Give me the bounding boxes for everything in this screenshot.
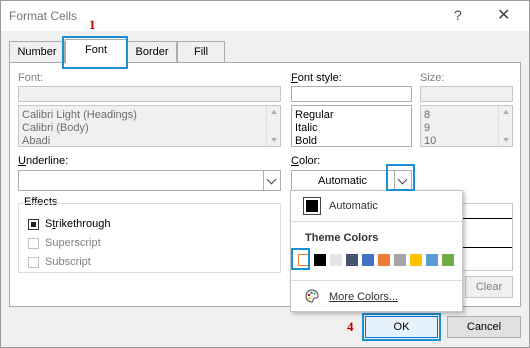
font-style-item[interactable]: Italic (295, 122, 318, 134)
effects-group: Strikethrough Superscript Subscript (18, 203, 281, 273)
clear-button[interactable]: Clear (465, 276, 513, 298)
underline-label: Underline: (18, 155, 69, 167)
swatch-2[interactable] (314, 254, 326, 266)
size-list-scrollbar[interactable] (498, 106, 512, 146)
white-swatch-highlight (291, 248, 310, 270)
swatch-10[interactable] (442, 254, 454, 266)
tab-number[interactable]: Number (9, 41, 65, 63)
swatch-5[interactable] (362, 254, 374, 266)
size-list-item[interactable]: 10 (424, 135, 436, 147)
palette-icon (305, 289, 319, 303)
scroll-up-icon[interactable] (503, 110, 509, 114)
underline-dropdown-button[interactable] (263, 171, 280, 190)
swatch-4[interactable] (346, 254, 358, 266)
ok-button-highlight (362, 313, 441, 341)
size-input[interactable] (420, 86, 513, 102)
swatch-7[interactable] (394, 254, 406, 266)
size-list-item[interactable]: 9 (424, 122, 430, 134)
preview-group (462, 203, 513, 271)
underline-dropdown[interactable] (18, 170, 281, 191)
color-picker-popup: Automatic Theme Colors More Colors... (290, 190, 463, 312)
superscript-label[interactable]: Superscript (45, 237, 101, 249)
swatch-6[interactable] (378, 254, 390, 266)
dialog-title: Format Cells (9, 9, 78, 23)
scroll-down-icon[interactable] (271, 138, 277, 142)
swatch-3[interactable] (330, 254, 342, 266)
tab-border[interactable]: Border (127, 41, 177, 63)
close-icon[interactable]: ✕ (497, 5, 510, 25)
subscript-checkbox[interactable] (28, 257, 39, 268)
font-input[interactable] (18, 86, 281, 102)
strikethrough-label[interactable]: Strikethrough (45, 218, 110, 230)
preview-box (463, 218, 512, 248)
chevron-down-icon (266, 174, 277, 185)
automatic-swatch[interactable] (303, 197, 321, 215)
strikethrough-checkbox[interactable] (28, 219, 39, 230)
cancel-button[interactable]: Cancel (447, 316, 521, 338)
font-list-item[interactable]: Calibri Light (Headings) (22, 109, 137, 121)
size-list[interactable]: 8 9 10 (420, 105, 513, 147)
check-mark-icon (31, 222, 36, 227)
font-style-item[interactable]: Bold (295, 135, 317, 147)
automatic-option[interactable]: Automatic (329, 200, 378, 212)
annotation-4: 4 (347, 319, 354, 334)
size-list-item[interactable]: 8 (424, 109, 430, 121)
swatch-9[interactable] (426, 254, 438, 266)
font-style-label: Font style: (291, 72, 342, 84)
font-style-input[interactable] (291, 86, 412, 102)
size-label: Size: (420, 72, 445, 84)
more-colors-option[interactable]: More Colors... (329, 291, 398, 303)
swatch-8[interactable] (410, 254, 422, 266)
font-list-scrollbar[interactable] (266, 106, 280, 146)
superscript-checkbox[interactable] (28, 238, 39, 249)
font-list-item[interactable]: Abadi (22, 135, 50, 147)
scroll-up-icon[interactable] (271, 110, 277, 114)
annotation-1: 1 (89, 17, 96, 32)
color-button-highlight (386, 164, 415, 191)
popup-divider (291, 280, 462, 281)
scroll-down-icon[interactable] (503, 138, 509, 142)
theme-colors-heading: Theme Colors (305, 232, 379, 244)
color-label: Color: (291, 155, 321, 167)
font-style-list[interactable]: Regular Italic Bold (291, 105, 412, 147)
subscript-label[interactable]: Subscript (45, 256, 91, 268)
color-value: Automatic (318, 175, 367, 187)
font-list[interactable]: Calibri Light (Headings) Calibri (Body) … (18, 105, 281, 147)
help-icon[interactable]: ? (454, 7, 462, 23)
tab-fill[interactable]: Fill (177, 41, 225, 63)
font-style-item[interactable]: Regular (295, 109, 334, 121)
font-tab-highlight (62, 36, 128, 69)
font-list-item[interactable]: Calibri (Body) (22, 122, 89, 134)
font-label: Font: (18, 72, 44, 84)
popup-divider (291, 221, 462, 222)
automatic-color-swatch (306, 200, 318, 212)
format-cells-dialog: Format Cells ? ✕ 1 2 3 4 Number Font Bor… (0, 0, 530, 348)
title-bar: Format Cells ? ✕ (1, 1, 529, 31)
